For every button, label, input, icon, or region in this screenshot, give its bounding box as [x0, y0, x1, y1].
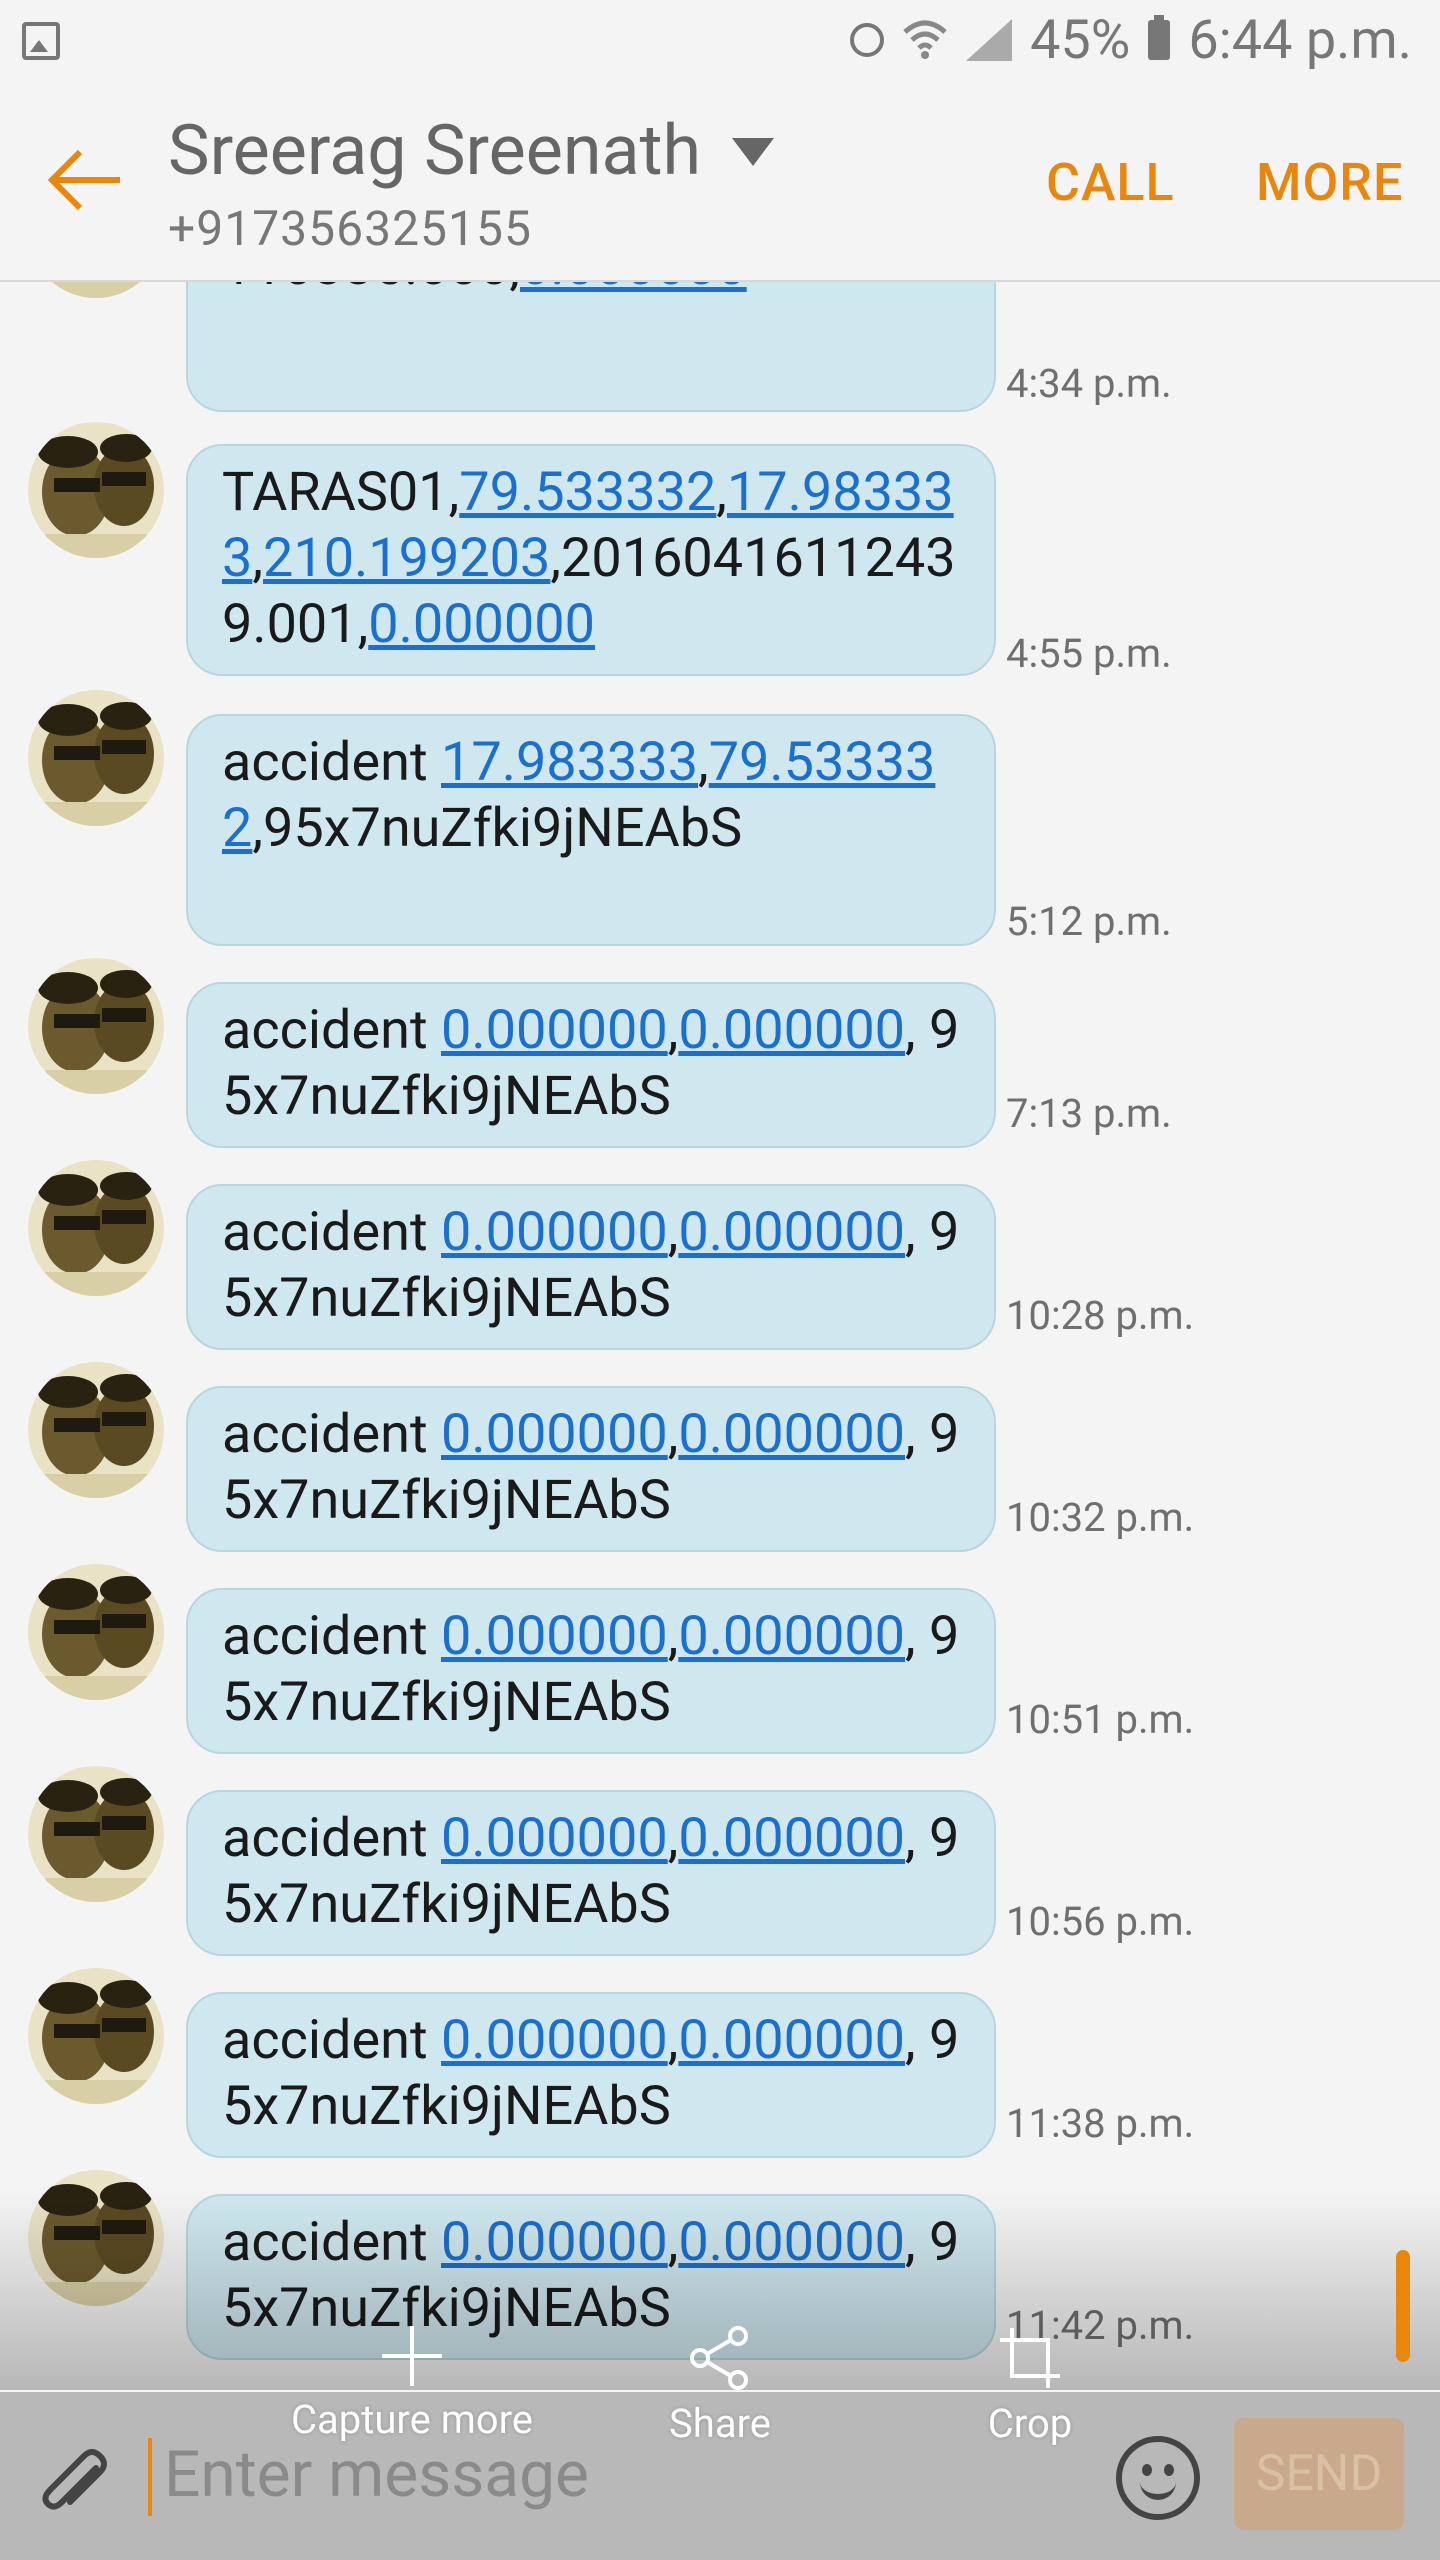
message-text: accident: [222, 999, 442, 1062]
message-link[interactable]: 210.199203: [263, 527, 550, 590]
message-text: ,: [667, 2211, 679, 2274]
message-timestamp: 7:13 p.m.: [1006, 1090, 1172, 1137]
message-link[interactable]: 0.000000: [678, 1605, 905, 1668]
message-timestamp: 10:51 p.m.: [1006, 1696, 1195, 1743]
contact-avatar[interactable]: [28, 282, 164, 298]
message-bubble[interactable]: accident 0.000000,0.000000, 95x7nuZfki9j…: [186, 1588, 996, 1754]
message-link[interactable]: 0.000000: [368, 593, 595, 656]
signal-icon: [966, 19, 1013, 61]
message-timestamp: 11:38 p.m.: [1006, 2100, 1195, 2147]
message-bubble[interactable]: 149903,210.468552,20160416110335.000,0.0…: [186, 282, 996, 412]
contact-name[interactable]: Sreerag Sreenath: [168, 110, 701, 192]
send-button[interactable]: SEND: [1234, 2418, 1404, 2530]
paperclip-icon[interactable]: [36, 2446, 116, 2526]
message-text: accident: [222, 2009, 442, 2072]
chevron-down-icon[interactable]: [732, 138, 774, 166]
crop-label: Crop: [987, 2400, 1073, 2447]
contact-avatar[interactable]: [28, 958, 164, 1094]
capture-more-button[interactable]: Capture more: [282, 2326, 542, 2443]
message-timestamp: 4:55 p.m.: [1006, 630, 1172, 677]
message-bubble[interactable]: accident 0.000000,0.000000, 95x7nuZfki9j…: [186, 1184, 996, 1350]
contact-avatar[interactable]: [28, 2170, 164, 2306]
message-text: ,: [716, 461, 727, 524]
message-link[interactable]: 0.000000: [441, 999, 668, 1062]
capture-more-label: Capture more: [291, 2396, 533, 2443]
plus-icon: [382, 2326, 442, 2386]
status-bar: 45% 6:44 p.m.: [0, 0, 1440, 80]
message-text: ,: [667, 2009, 679, 2072]
status-time: 6:44 p.m.: [1188, 8, 1412, 72]
message-link[interactable]: 0.000000: [441, 1201, 668, 1264]
scrollbar[interactable]: [1396, 2250, 1410, 2362]
text-cursor: [148, 2438, 152, 2516]
wifi-icon: [903, 20, 947, 59]
contact-avatar[interactable]: [28, 1766, 164, 1902]
message-timestamp: 10:28 p.m.: [1006, 1292, 1195, 1339]
message-text: accident: [222, 2211, 442, 2274]
message-timestamp: 10:56 p.m.: [1006, 1898, 1195, 1945]
message-text: ,: [667, 1605, 679, 1668]
message-bubble[interactable]: accident 17.983333,79.533332,95x7nuZfki9…: [186, 714, 996, 946]
message-bubble[interactable]: accident 0.000000,0.000000, 95x7nuZfki9j…: [186, 1992, 996, 2158]
message-text: TARAS01,: [222, 461, 460, 524]
crop-button[interactable]: Crop: [950, 2326, 1110, 2447]
gallery-notification-icon: [22, 22, 60, 60]
share-label: Share: [669, 2400, 771, 2447]
more-button[interactable]: MORE: [1256, 152, 1403, 213]
share-button[interactable]: Share: [640, 2326, 800, 2447]
contact-avatar[interactable]: [28, 1968, 164, 2104]
share-icon: [690, 2326, 748, 2390]
emoji-icon[interactable]: [1116, 2436, 1200, 2520]
message-text: accident: [222, 1201, 442, 1264]
message-link[interactable]: 0.000000: [441, 2211, 668, 2274]
call-button[interactable]: CALL: [1046, 152, 1175, 213]
message-text: accident: [222, 1807, 442, 1870]
message-link[interactable]: 0.000000: [678, 1201, 905, 1264]
message-link[interactable]: 79.533332: [459, 461, 716, 524]
message-text: ,: [698, 731, 709, 794]
alarm-icon: [850, 23, 885, 57]
message-text: ,95x7nuZfki9jNEAbS: [252, 797, 743, 860]
message-timestamp: 5:12 p.m.: [1006, 898, 1172, 945]
message-link[interactable]: 0.000000: [678, 1403, 905, 1466]
message-text: ,: [667, 1807, 679, 1870]
message-link[interactable]: 0.000000: [441, 1605, 668, 1668]
message-timestamp: 4:34 p.m.: [1006, 360, 1172, 407]
message-text: accident: [222, 1605, 442, 1668]
message-input-placeholder: Enter message: [164, 2437, 589, 2512]
message-link[interactable]: 0.000000: [678, 1807, 905, 1870]
battery-icon: [1148, 15, 1171, 60]
conversation-header: Sreerag Sreenath +917356325155 CALL MORE: [0, 80, 1440, 282]
message-text: accident: [222, 731, 442, 794]
message-timestamp: 10:32 p.m.: [1006, 1494, 1195, 1541]
message-bubble[interactable]: accident 0.000000,0.000000, 95x7nuZfki9j…: [186, 1790, 996, 1956]
message-text: accident: [222, 1403, 442, 1466]
message-link[interactable]: 0.000000: [678, 2009, 905, 2072]
contact-avatar[interactable]: [28, 690, 164, 826]
message-text: ,: [667, 1201, 679, 1264]
message-link[interactable]: 0.000000: [441, 1403, 668, 1466]
message-link[interactable]: 0.000000: [678, 999, 905, 1062]
contact-avatar[interactable]: [28, 422, 164, 558]
back-arrow-icon[interactable]: [46, 148, 126, 212]
message-bubble[interactable]: accident 0.000000,0.000000, 95x7nuZfki9j…: [186, 982, 996, 1148]
message-link[interactable]: 0.000000: [441, 2009, 668, 2072]
message-text: ,: [667, 1403, 679, 1466]
message-text: ,: [252, 527, 263, 590]
message-bubble[interactable]: accident 0.000000,0.000000, 95x7nuZfki9j…: [186, 1386, 996, 1552]
contact-phone: +917356325155: [168, 200, 532, 257]
message-thread[interactable]: 149903,210.468552,20160416110335.000,0.0…: [0, 282, 1440, 2392]
contact-avatar[interactable]: [28, 1160, 164, 1296]
message-link[interactable]: 17.983333: [441, 731, 698, 794]
message-text: ,: [667, 999, 679, 1062]
message-link[interactable]: 0.000000: [678, 2211, 905, 2274]
status-icons: 45% 6:44 p.m.: [850, 8, 1412, 72]
crop-icon: [1000, 2328, 1060, 2388]
contact-avatar[interactable]: [28, 1362, 164, 1498]
message-link[interactable]: 0.000000: [520, 282, 747, 298]
contact-avatar[interactable]: [28, 1564, 164, 1700]
message-link[interactable]: 0.000000: [441, 1807, 668, 1870]
battery-percent: 45%: [1030, 8, 1131, 72]
message-bubble[interactable]: TARAS01,79.533332,17.983333,210.199203,2…: [186, 444, 996, 676]
